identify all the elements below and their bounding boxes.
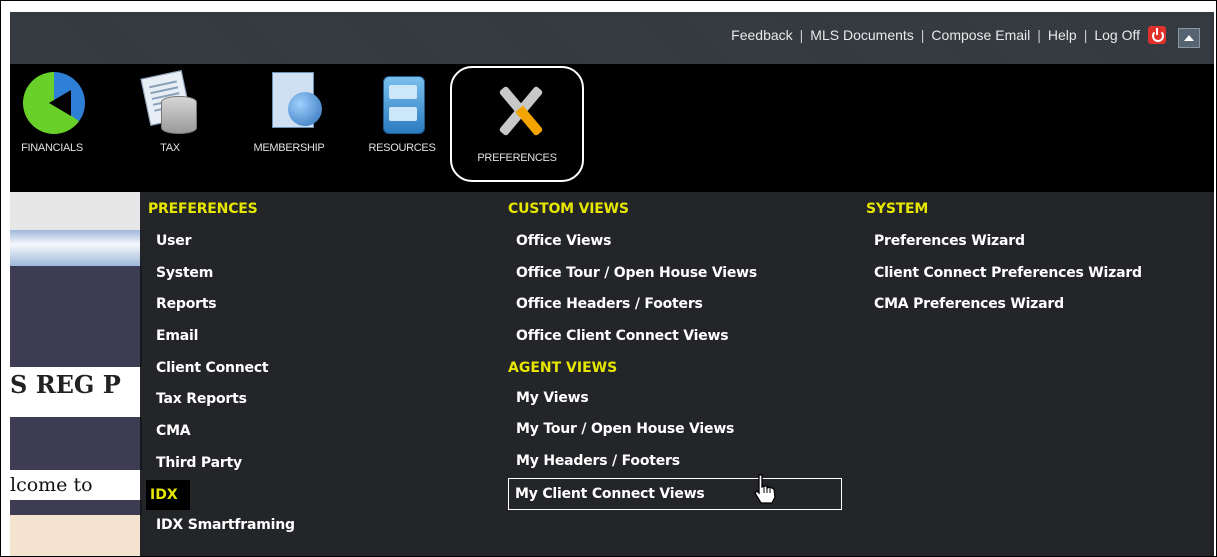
separator: |: [1083, 27, 1088, 43]
financials-label: FINANCIALS: [21, 142, 83, 154]
menu-item-client-connect-preferences-wizard[interactable]: Client Connect Preferences Wizard: [858, 258, 1214, 290]
system-heading: SYSTEM: [866, 201, 929, 217]
membership-module[interactable]: MEMBERSHIP: [234, 72, 344, 154]
top-links: Feedback | MLS Documents | Compose Email…: [731, 26, 1166, 44]
menu-item-my-headers-footers[interactable]: My Headers / Footers: [500, 446, 860, 478]
menu-item-preferences-wizard[interactable]: Preferences Wizard: [858, 226, 1214, 258]
menu-item-system[interactable]: System: [140, 258, 496, 290]
menu-item-tax-reports[interactable]: Tax Reports: [140, 384, 496, 416]
separator: |: [920, 27, 925, 43]
custom-views-heading: CUSTOM VIEWS: [508, 201, 629, 217]
custom-views-column: CUSTOM VIEWS Office Views Office Tour / …: [500, 192, 860, 510]
tax-module[interactable]: TAX: [140, 70, 200, 154]
log-off-link[interactable]: Log Off: [1094, 27, 1140, 43]
preferences-heading: PREFERENCES: [148, 201, 258, 217]
system-column: SYSTEM Preferences Wizard Client Connect…: [858, 192, 1214, 321]
menu-item-cma-preferences-wizard[interactable]: CMA Preferences Wizard: [858, 289, 1214, 321]
file-cabinet-icon: [373, 72, 431, 136]
menu-item-cma[interactable]: CMA: [140, 416, 496, 448]
background-heading: S REG P: [10, 367, 142, 417]
top-bar: Feedback | MLS Documents | Compose Email…: [10, 12, 1214, 65]
separator: |: [799, 27, 804, 43]
tax-documents-icon: [140, 70, 199, 136]
resources-module[interactable]: RESOURCES: [362, 72, 442, 154]
compose-email-link[interactable]: Compose Email: [931, 27, 1030, 43]
hand-pointer-icon: [754, 474, 776, 504]
preferences-label: PREFERENCES: [477, 152, 557, 164]
tools-icon: [488, 82, 546, 146]
menu-item-my-views[interactable]: My Views: [500, 383, 860, 415]
separator: |: [1037, 27, 1041, 43]
mls-documents-link[interactable]: MLS Documents: [810, 27, 913, 43]
menu-item-email[interactable]: Email: [140, 321, 496, 353]
power-icon[interactable]: [1148, 26, 1166, 44]
membership-globe-icon: [260, 72, 322, 136]
menu-item-office-views[interactable]: Office Views: [500, 226, 860, 258]
background-welcome-text: lcome to: [10, 470, 142, 500]
preferences-column: PREFERENCES User System Reports Email Cl…: [140, 192, 496, 541]
preferences-dropdown-menu: PREFERENCES User System Reports Email Cl…: [140, 192, 1214, 556]
collapse-up-button[interactable]: [1178, 28, 1200, 48]
background-image-fragment: [10, 515, 142, 556]
module-icon-bar: FINANCIALS TAX MEMBERSHIP RESOURCES PREF…: [10, 64, 1214, 192]
menu-item-my-tour-open-house-views[interactable]: My Tour / Open House Views: [500, 414, 860, 446]
idx-heading: IDX: [146, 479, 190, 510]
menu-item-client-connect[interactable]: Client Connect: [140, 353, 496, 385]
resources-label: RESOURCES: [368, 142, 436, 154]
menu-item-reports[interactable]: Reports: [140, 289, 496, 321]
preferences-module[interactable]: PREFERENCES: [450, 66, 584, 182]
menu-item-idx-smartframing[interactable]: IDX Smartframing: [140, 510, 496, 542]
tax-label: TAX: [160, 142, 180, 154]
menu-item-user[interactable]: User: [140, 226, 496, 258]
financials-module[interactable]: FINANCIALS: [2, 72, 102, 154]
help-link[interactable]: Help: [1048, 27, 1077, 43]
menu-item-office-headers-footers[interactable]: Office Headers / Footers: [500, 289, 860, 321]
menu-item-office-tour-open-house-views[interactable]: Office Tour / Open House Views: [500, 258, 860, 290]
background-header-band: [10, 230, 142, 266]
menu-item-third-party[interactable]: Third Party: [140, 448, 496, 480]
menu-item-office-client-connect-views[interactable]: Office Client Connect Views: [500, 321, 860, 353]
pie-chart-icon: [23, 72, 85, 136]
feedback-link[interactable]: Feedback: [731, 27, 792, 43]
agent-views-heading: AGENT VIEWS: [508, 359, 618, 376]
membership-label: MEMBERSHIP: [253, 142, 325, 154]
menu-item-my-client-connect-views[interactable]: My Client Connect Views: [508, 477, 842, 510]
